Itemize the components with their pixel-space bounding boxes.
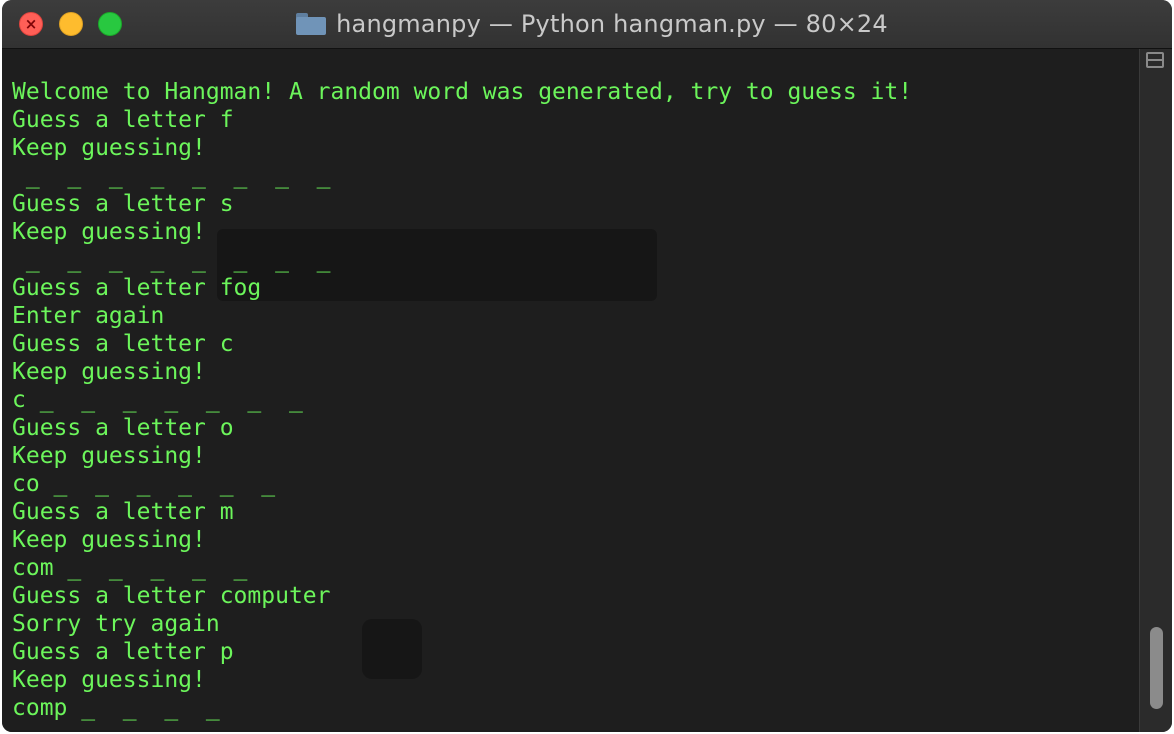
terminal-line: Guess a letter fog — [12, 275, 262, 301]
terminal-line: Guess a letter f — [12, 107, 234, 133]
split-view-icon[interactable] — [1146, 52, 1164, 68]
terminal-line: Guess a letter s — [12, 191, 234, 217]
terminal-line: Keep guessing! — [12, 527, 206, 553]
terminal-line: Keep guessing! — [12, 443, 206, 469]
folder-icon — [296, 13, 327, 35]
terminal-line: Guess a letter m — [12, 499, 234, 525]
terminal-content[interactable]: Welcome to Hangman! A random word was ge… — [2, 49, 1140, 732]
terminal-line: com _ _ _ _ _ — [12, 555, 248, 581]
window-title-text: hangmanpy — Python hangman.py — 80×24 — [336, 10, 888, 38]
terminal-line: Sorry try again — [12, 611, 220, 637]
terminal-line: _ _ _ _ _ _ _ _ — [12, 163, 331, 189]
terminal-line: _ _ _ _ _ _ _ _ — [12, 247, 331, 273]
terminal-window: × hangmanpy — Python hangman.py — 80×24 … — [2, 0, 1172, 732]
terminal-line: Keep guessing! — [12, 135, 206, 161]
terminal-line: c _ _ _ _ _ _ _ — [12, 387, 303, 413]
terminal-line: Keep guessing! — [12, 667, 206, 693]
terminal-line: Keep guessing! — [12, 359, 206, 385]
terminal-line: Guess a letter computer — [12, 583, 331, 609]
terminal-line: Guess a letter c — [12, 331, 234, 357]
terminal-line: Guess a letter o — [12, 415, 234, 441]
scrollbar-thumb[interactable] — [1150, 627, 1163, 709]
window-title: hangmanpy — Python hangman.py — 80×24 — [2, 0, 1172, 48]
terminal-line: Welcome to Hangman! A random word was ge… — [12, 79, 913, 105]
title-bar[interactable]: × hangmanpy — Python hangman.py — 80×24 — [2, 0, 1172, 49]
terminal-output: Welcome to Hangman! A random word was ge… — [12, 78, 912, 722]
terminal-line: comp _ _ _ _ — [12, 695, 220, 721]
terminal-line: Keep guessing! — [12, 219, 206, 245]
terminal-line: Enter again — [12, 303, 165, 329]
terminal-line: co _ _ _ _ _ _ — [12, 471, 276, 497]
terminal-line: Guess a letter p — [12, 639, 234, 665]
vertical-scrollbar[interactable] — [1139, 49, 1172, 732]
